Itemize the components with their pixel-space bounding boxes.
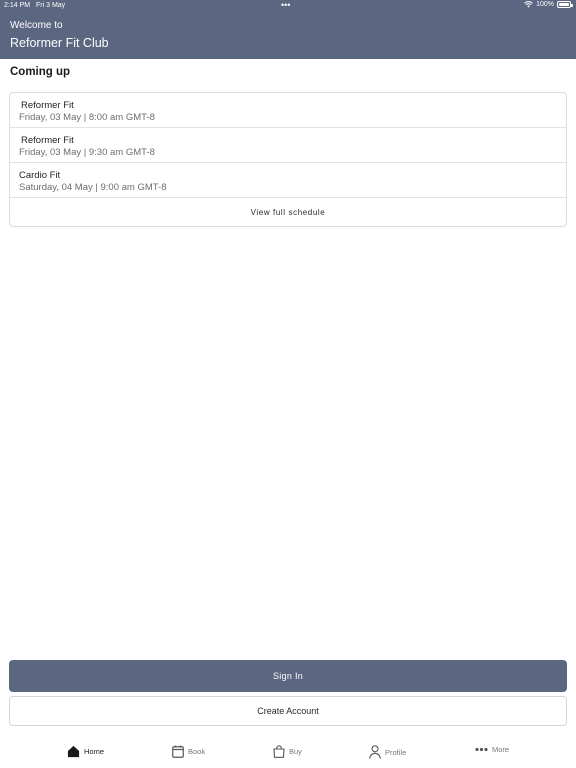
create-account-button[interactable]: Create Account (9, 696, 567, 726)
more-dots-icon (475, 747, 488, 752)
upcoming-classes-card: Reformer Fit Friday, 03 May | 8:00 am GM… (9, 92, 567, 227)
tab-bar: Home Book Buy Profile More (0, 740, 576, 768)
tab-label: Home (84, 747, 105, 756)
home-icon (67, 745, 80, 758)
status-bar: 2:14 PM Fri 3 May ••• 100% (0, 0, 576, 12)
class-name: Reformer Fit (21, 100, 74, 111)
tab-more[interactable]: More (475, 745, 509, 754)
tab-label: Book (188, 747, 206, 756)
class-time: Friday, 03 May | 9:30 am GMT-8 (19, 147, 155, 158)
battery-icon (557, 1, 573, 8)
tab-buy[interactable]: Buy (273, 745, 302, 758)
class-name: Reformer Fit (21, 135, 74, 146)
tab-profile[interactable]: Profile (369, 745, 406, 759)
shopping-bag-icon (273, 745, 285, 758)
person-icon (369, 745, 381, 759)
section-title: Coming up (10, 66, 71, 78)
tab-home[interactable]: Home (67, 745, 104, 758)
class-name: Cardio Fit (19, 170, 61, 181)
class-time: Saturday, 04 May | 9:00 am GMT-8 (19, 182, 167, 193)
welcome-text: Welcome to (10, 20, 63, 31)
class-row[interactable]: Reformer Fit Friday, 03 May | 8:00 am GM… (10, 93, 566, 128)
tab-label: More (492, 745, 510, 754)
class-time: Friday, 03 May | 8:00 am GMT-8 (19, 112, 155, 123)
calendar-icon (172, 745, 184, 758)
wifi-icon (524, 1, 533, 8)
tab-book[interactable]: Book (172, 745, 205, 758)
app-header: 2:14 PM Fri 3 May ••• 100% Welcome to Re… (0, 0, 576, 59)
status-time: 2:14 PM (4, 2, 31, 9)
battery-percent: 100% (536, 1, 554, 8)
sign-in-button[interactable]: Sign In (9, 660, 567, 692)
class-row[interactable]: Reformer Fit Friday, 03 May | 9:30 am GM… (10, 128, 566, 163)
view-full-schedule-link[interactable]: View full schedule (10, 198, 566, 227)
tab-label: Profile (385, 747, 407, 757)
status-date: Fri 3 May (36, 2, 66, 9)
status-indicators: 100% (524, 1, 573, 8)
club-name: Reformer Fit Club (10, 36, 109, 50)
tab-label: Buy (289, 747, 302, 756)
class-row[interactable]: Cardio Fit Saturday, 04 May | 9:00 am GM… (10, 163, 566, 198)
multitasking-dots-icon[interactable]: ••• (281, 0, 290, 10)
